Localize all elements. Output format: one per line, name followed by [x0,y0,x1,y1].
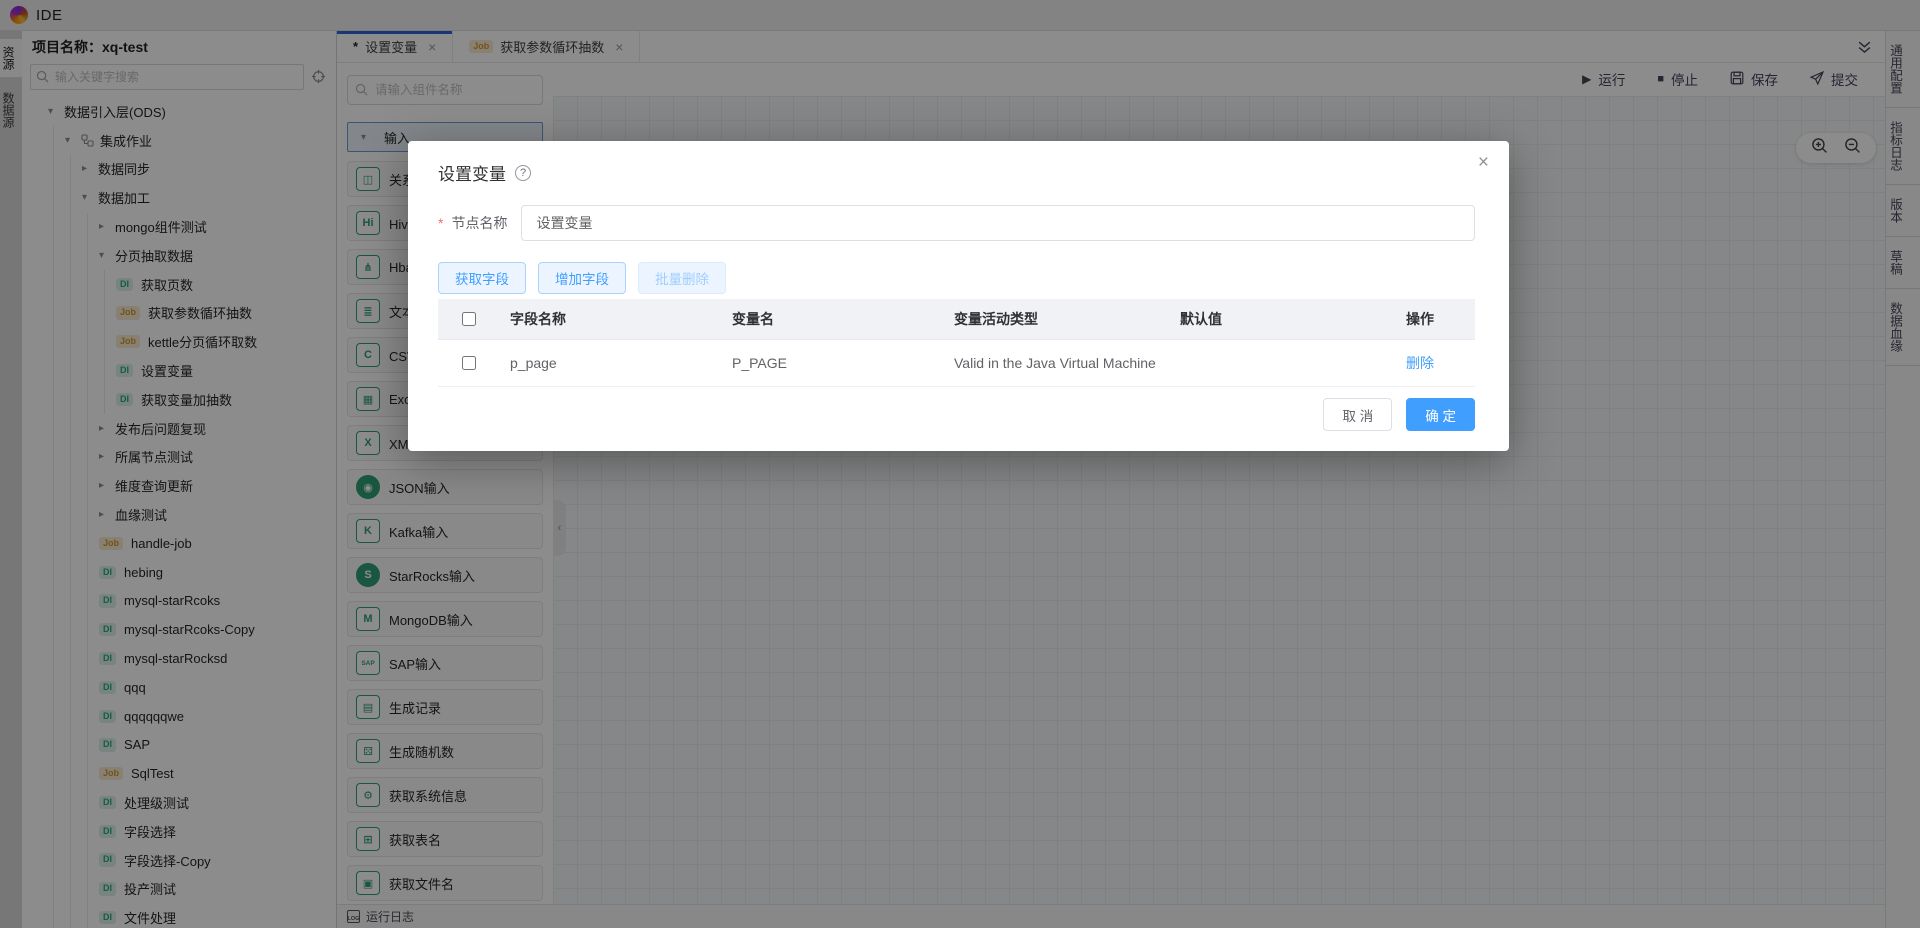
fetch-fields-button[interactable]: 获取字段 [438,262,526,294]
node-name-input[interactable] [521,205,1475,241]
variables-table: 字段名称 变量名 变量活动类型 默认值 操作 p_page P_PAGE Val… [438,299,1475,387]
row-checkbox[interactable] [462,356,476,370]
cell-variable-name: P_PAGE [720,340,942,387]
col-variable-name: 变量名 [720,299,942,340]
cancel-button[interactable]: 取 消 [1323,398,1392,431]
col-actions: 操作 [1394,299,1475,340]
cell-variable-type: Valid in the Java Virtual Machine [942,340,1168,387]
table-row: p_page P_PAGE Valid in the Java Virtual … [438,340,1475,387]
close-icon[interactable]: × [1478,153,1489,172]
ide-window: IDE 资源数据源 项目名称：xq-test ▾数据引入层(ODS)▾集成作业▸… [0,0,1920,928]
col-field-name: 字段名称 [498,299,720,340]
add-field-button[interactable]: 增加字段 [538,262,626,294]
table-header-row: 字段名称 变量名 变量活动类型 默认值 操作 [438,299,1475,340]
set-variable-dialog: × 设置变量 ? * 节点名称 获取字段 增加字段 批量删除 字段名称 变量名 [408,141,1509,451]
col-variable-type: 变量活动类型 [942,299,1168,340]
node-name-label: 节点名称 [451,213,507,233]
ok-button[interactable]: 确 定 [1406,398,1475,431]
required-mark: * [438,215,443,231]
col-default-value: 默认值 [1168,299,1394,340]
cell-default-value [1168,340,1394,387]
dialog-title: 设置变量 [438,160,506,185]
delete-row-link[interactable]: 删除 [1406,355,1434,371]
batch-delete-button[interactable]: 批量删除 [638,262,726,294]
select-all-checkbox[interactable] [462,312,476,326]
cell-field-name: p_page [498,340,720,387]
help-icon[interactable]: ? [515,165,531,181]
modal-mask[interactable] [0,0,1920,928]
